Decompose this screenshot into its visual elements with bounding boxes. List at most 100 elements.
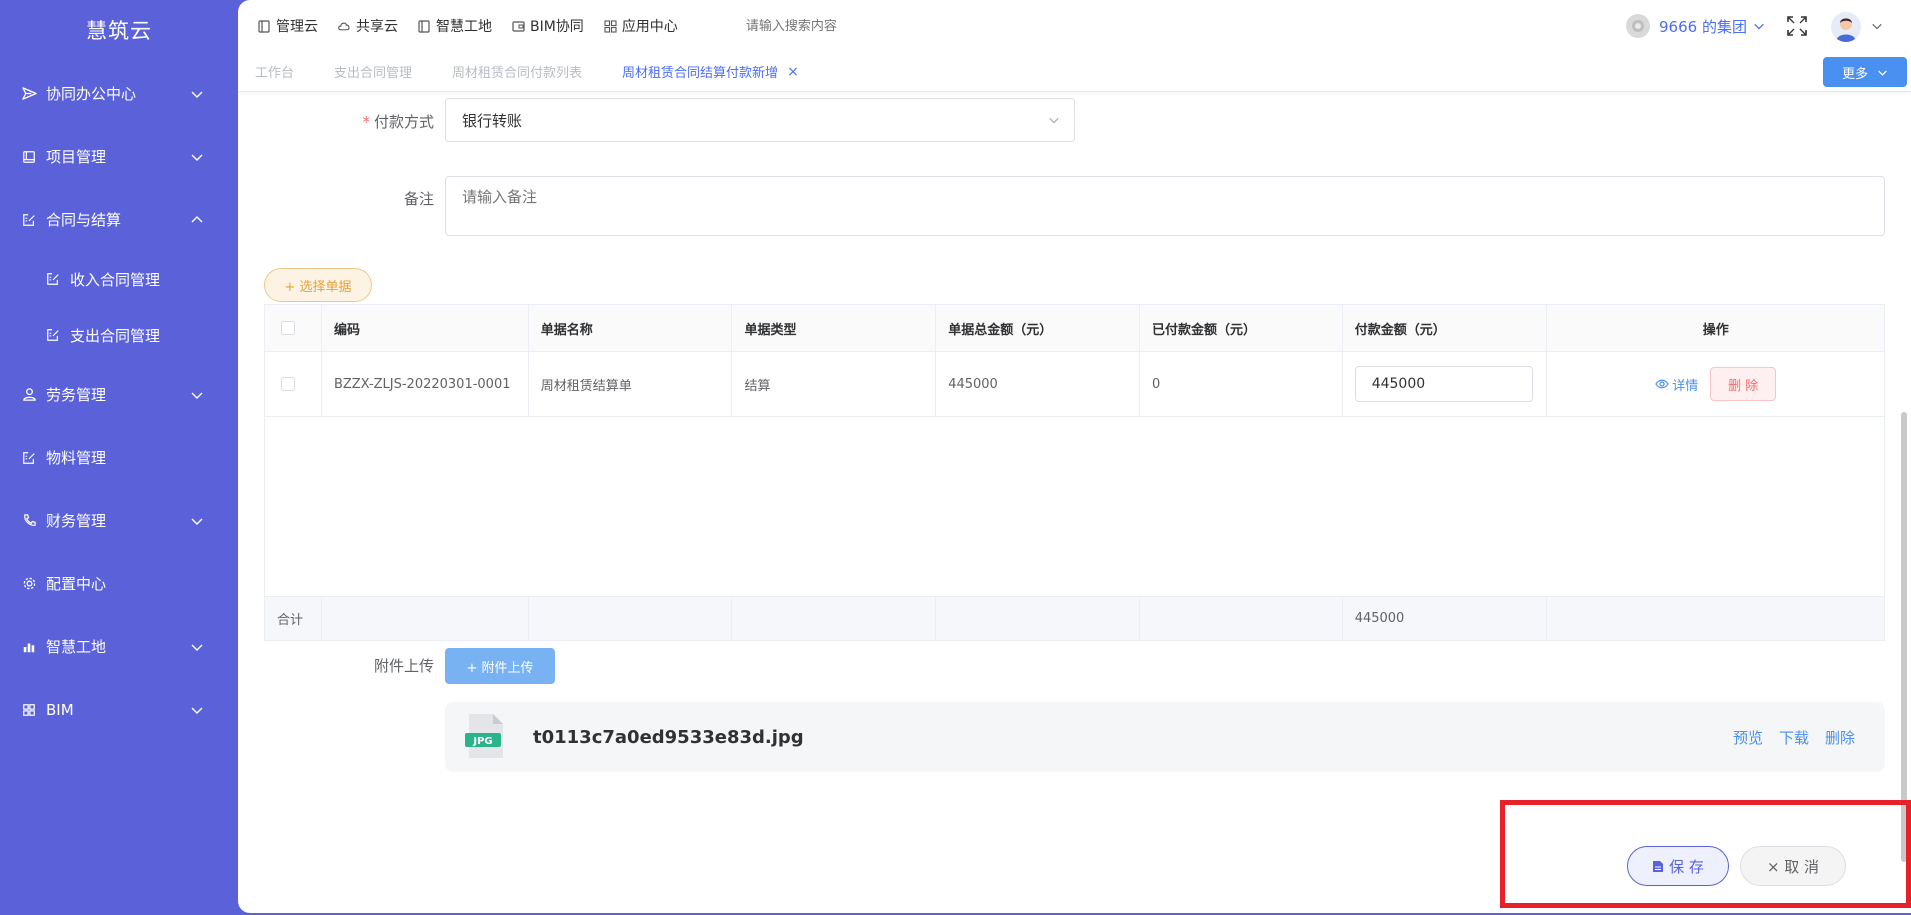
tab-label: 周材租赁合同结算付款新增 xyxy=(622,66,779,81)
user-icon xyxy=(20,386,38,404)
topnav-label: 管理云 xyxy=(276,19,318,35)
pay-method-select[interactable]: 银行转账 xyxy=(445,98,1075,142)
topnav-label: BIM协同 xyxy=(530,19,584,35)
sidebar-item-label: 劳务管理 xyxy=(46,386,107,404)
book-icon xyxy=(20,148,38,166)
topnav-app-center[interactable]: 应用中心 xyxy=(604,16,678,36)
select-document-button[interactable]: + 选择单据 xyxy=(264,268,372,302)
document-table: 编码 单据名称 单据类型 单据总金额（元） 已付款金额（元） 付款金额（元） 操… xyxy=(264,304,1885,641)
table-summary-row: 合计 445000 xyxy=(265,597,1885,640)
topnav-label: 智慧工地 xyxy=(436,19,492,35)
cancel-button[interactable]: × 取 消 xyxy=(1740,846,1846,886)
sum-label: 合计 xyxy=(265,597,322,640)
sidebar-item-expense-contract[interactable]: 支出合同管理 xyxy=(0,307,238,363)
preview-link[interactable]: 预览 xyxy=(1733,727,1763,748)
wallet-icon xyxy=(512,20,525,33)
topnav-label: 应用中心 xyxy=(621,19,678,35)
tab-expense-contract[interactable]: 支出合同管理 xyxy=(334,62,412,81)
sidebar-item-income-contract[interactable]: 收入合同管理 xyxy=(0,251,238,307)
detail-link[interactable]: 详情 xyxy=(1655,375,1698,394)
edit-doc-icon xyxy=(44,326,62,344)
sidebar-item-material[interactable]: 物料管理 xyxy=(0,426,238,489)
col-header: 操作 xyxy=(1547,305,1884,351)
required-mark: * xyxy=(362,113,370,131)
avatar[interactable] xyxy=(1831,12,1861,42)
chevron-down-icon xyxy=(1049,117,1059,124)
attachment-file-card: JPG t0113c7a0ed9533e83d.jpg 预览 下载 删除 xyxy=(445,702,1885,772)
delete-file-link[interactable]: 删除 xyxy=(1825,727,1855,748)
topnav-share-cloud[interactable]: 共享云 xyxy=(338,16,398,36)
close-icon[interactable]: × xyxy=(787,64,799,80)
save-button[interactable]: 保 存 xyxy=(1627,846,1729,886)
tab-settlement-payment-add[interactable]: 周材租赁合同结算付款新增 × xyxy=(622,62,799,82)
chevron-down-icon xyxy=(1754,23,1764,30)
cell-pay-amount xyxy=(1343,352,1548,416)
sidebar-item-smart-site[interactable]: 智慧工地 xyxy=(0,615,238,678)
sidebar-item-contract[interactable]: 合同与结算 xyxy=(0,188,238,251)
more-button-label: 更多 xyxy=(1841,66,1868,82)
chevron-down-icon xyxy=(191,518,203,525)
col-header: 已付款金额（元） xyxy=(1139,305,1343,351)
chevron-down-icon xyxy=(191,154,203,161)
sidebar-item-config[interactable]: 配置中心 xyxy=(0,552,238,615)
select-all-checkbox[interactable] xyxy=(281,321,295,335)
cloud-icon xyxy=(338,20,351,33)
sidebar-item-office[interactable]: 协同办公中心 xyxy=(0,62,238,125)
attachment-label: 附件上传 xyxy=(373,657,434,675)
chevron-down-icon xyxy=(191,91,203,98)
sidebar-item-label: 收入合同管理 xyxy=(70,270,161,289)
phone-icon xyxy=(20,512,38,530)
more-button[interactable]: 更多 xyxy=(1823,57,1907,87)
table-row: BZZX-ZLJS-20220301-0001 周材租赁结算单 结算 44500… xyxy=(265,352,1884,417)
scrollbar[interactable] xyxy=(1901,412,1907,862)
eye-icon xyxy=(1655,379,1669,389)
org-logo xyxy=(1626,14,1650,38)
sidebar-item-label: 支出合同管理 xyxy=(70,326,161,345)
topnav-bim[interactable]: BIM协同 xyxy=(512,16,584,36)
chevron-down-icon xyxy=(191,644,203,651)
table-empty-area xyxy=(265,417,1884,597)
tab-label: 支出合同管理 xyxy=(334,66,413,81)
cell-paid: 0 xyxy=(1140,352,1343,416)
pay-amount-input[interactable] xyxy=(1354,366,1533,402)
topnav-management-cloud[interactable]: 管理云 xyxy=(258,16,318,36)
remark-textarea[interactable] xyxy=(445,176,1885,236)
tab-workbench[interactable]: 工作台 xyxy=(255,62,294,81)
form-content: *付款方式 银行转账 备注 + 选择单据 编码 单据名称 单据类型 单据总金额（… xyxy=(238,92,1911,913)
download-link[interactable]: 下载 xyxy=(1779,727,1809,748)
sum-cell xyxy=(1139,597,1343,640)
sidebar-item-label: BIM xyxy=(46,700,74,719)
sidebar-item-label: 物料管理 xyxy=(46,449,107,467)
brand-logo: 慧筑云 xyxy=(86,19,152,43)
main-panel: 管理云 共享云 智慧工地 BIM协同 应用中心 9666 的集团 xyxy=(238,0,1911,913)
detail-label: 详情 xyxy=(1672,378,1699,394)
col-header: 单据总金额（元） xyxy=(936,305,1140,351)
topnav-smart-site[interactable]: 智慧工地 xyxy=(418,16,492,36)
pay-method-label-text: 付款方式 xyxy=(373,113,434,131)
org-selector[interactable]: 9666 的集团 xyxy=(1626,14,1765,38)
cell-name: 周材租赁结算单 xyxy=(529,352,733,416)
fullscreen-icon[interactable] xyxy=(1786,15,1808,37)
sidebar-item-label: 合同与结算 xyxy=(46,211,122,229)
sidebar-item-finance[interactable]: 财务管理 xyxy=(0,489,238,552)
edit-doc-icon xyxy=(20,449,38,467)
table-header: 编码 单据名称 单据类型 单据总金额（元） 已付款金额（元） 付款金额（元） 操… xyxy=(265,305,1884,352)
sidebar-item-project[interactable]: 项目管理 xyxy=(0,125,238,188)
row-select-cell xyxy=(265,352,322,416)
search-input[interactable] xyxy=(745,18,966,34)
cell-total: 445000 xyxy=(936,352,1140,416)
chevron-down-icon xyxy=(1878,69,1887,76)
chevron-up-icon xyxy=(191,215,203,222)
tab-label: 工作台 xyxy=(255,66,295,81)
sidebar-item-labor[interactable]: 劳务管理 xyxy=(0,363,238,426)
chevron-down-icon[interactable] xyxy=(1871,20,1883,32)
bar-chart-icon xyxy=(20,638,38,656)
upload-attachment-button[interactable]: + 附件上传 xyxy=(445,648,555,684)
row-checkbox[interactable] xyxy=(281,377,295,391)
file-actions: 预览 下载 删除 xyxy=(1717,727,1855,748)
org-name: 9666 的集团 xyxy=(1659,17,1747,36)
delete-row-button[interactable]: 删 除 xyxy=(1710,367,1777,401)
sidebar-item-bim[interactable]: BIM xyxy=(0,678,238,741)
col-header: 单据名称 xyxy=(528,305,733,351)
tab-payment-list[interactable]: 周材租赁合同付款列表 xyxy=(452,62,582,81)
